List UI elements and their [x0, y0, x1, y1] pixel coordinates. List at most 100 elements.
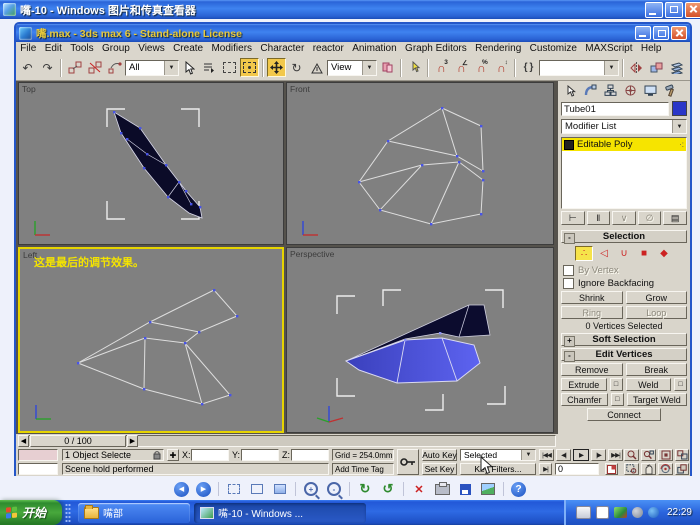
viewport-front-canvas[interactable]	[287, 83, 555, 246]
start-button[interactable]: 开始	[0, 500, 62, 525]
tray-app-icon[interactable]	[614, 507, 627, 518]
menu-views[interactable]: Views	[134, 43, 169, 54]
connect-button[interactable]: Connect	[587, 408, 661, 421]
collapse-icon[interactable]: -	[564, 233, 575, 244]
rollout-soft-selection[interactable]: + Soft Selection	[561, 333, 687, 346]
edit-image-icon[interactable]	[480, 481, 496, 497]
redo-icon[interactable]: ↷	[38, 58, 57, 77]
viewport-front[interactable]: Front	[286, 82, 554, 245]
modifier-stack[interactable]: Editable Poly ·:	[561, 137, 687, 209]
key-mode-dropdown[interactable]: Selected ▼	[460, 449, 536, 461]
chevron-down-icon[interactable]: ▼	[362, 61, 376, 75]
min-max-toggle-icon[interactable]	[675, 463, 689, 475]
mirror-icon[interactable]	[627, 58, 646, 77]
menu-help[interactable]: Help	[637, 43, 666, 54]
modifier-stack-item[interactable]: Editable Poly ·:	[562, 138, 686, 151]
menu-customize[interactable]: Customize	[525, 43, 581, 54]
configure-modifier-icon[interactable]: ▤	[663, 211, 687, 225]
next-image-icon[interactable]: ▶	[196, 482, 211, 497]
previous-frame-icon[interactable]: ◀|	[556, 449, 571, 461]
viewport-top[interactable]: Top	[18, 82, 284, 245]
zoom-in-icon[interactable]: +	[303, 481, 319, 497]
modifier-list-dropdown[interactable]: Modifier List ▼	[561, 119, 687, 134]
z-coordinate-field[interactable]	[291, 449, 329, 461]
viewport-front-label[interactable]: Front	[290, 84, 310, 94]
target-weld-button[interactable]: Target Weld	[627, 393, 687, 406]
element-mode-icon[interactable]: ◆	[655, 246, 673, 261]
expand-icon[interactable]: +	[564, 336, 575, 347]
object-color-swatch[interactable]	[672, 101, 687, 116]
menu-create[interactable]: Create	[169, 43, 207, 54]
pan-hand-icon[interactable]	[641, 463, 656, 475]
layer-manager-icon[interactable]	[667, 58, 686, 77]
menu-edit[interactable]: Edit	[41, 43, 67, 54]
remove-modifier-icon[interactable]: ∅	[638, 211, 662, 225]
object-name-field[interactable]: Tube01	[561, 102, 669, 116]
vertex-mode-icon[interactable]: ∴	[575, 246, 593, 261]
viewport-top-label[interactable]: Top	[22, 84, 36, 94]
network-icon[interactable]	[648, 507, 659, 518]
viewport-perspective[interactable]: Perspective	[286, 247, 554, 433]
select-and-scale-icon[interactable]	[307, 58, 326, 77]
tab-utilities-icon[interactable]	[661, 83, 680, 98]
select-and-rotate-icon[interactable]: ↻	[287, 58, 306, 77]
close-icon[interactable]	[685, 2, 700, 18]
tab-hierarchy-icon[interactable]	[601, 83, 620, 98]
spinner-snap-icon[interactable]: ∩↕	[492, 58, 511, 77]
rotate-clockwise-icon[interactable]: ↻	[357, 481, 373, 497]
zoom-all-icon[interactable]	[641, 449, 656, 461]
previous-frame-arrow-icon[interactable]: ◀	[18, 435, 29, 447]
taskbar-item-folder[interactable]: 嘴部	[78, 503, 190, 523]
menu-animation[interactable]: Animation	[348, 43, 401, 54]
select-and-move-icon[interactable]	[267, 58, 286, 77]
chevron-down-icon[interactable]: ▼	[164, 61, 178, 75]
best-fit-icon[interactable]	[226, 481, 242, 497]
menu-tools[interactable]: Tools	[66, 43, 98, 54]
window-crossing-toggle-icon[interactable]	[240, 58, 259, 77]
reference-coordinate-dropdown[interactable]: View ▼	[327, 60, 377, 76]
chevron-down-icon[interactable]: ▼	[604, 61, 618, 75]
border-mode-icon[interactable]: ∪	[615, 246, 633, 261]
make-unique-icon[interactable]: ∨	[612, 211, 636, 225]
volume-icon[interactable]	[632, 507, 643, 518]
set-key-button[interactable]: Set Key	[422, 463, 457, 475]
rollout-edit-vertices[interactable]: - Edit Vertices	[561, 348, 687, 361]
named-selection-sets-icon[interactable]: { }	[519, 58, 538, 77]
restore-icon[interactable]	[665, 2, 683, 18]
percent-snap-icon[interactable]: ∩%	[472, 58, 491, 77]
tab-create-icon[interactable]	[561, 83, 580, 98]
go-to-start-icon[interactable]: |◀◀	[539, 449, 554, 461]
play-icon[interactable]: ▶	[573, 449, 589, 461]
tab-display-icon[interactable]	[641, 83, 660, 98]
next-frame-arrow-icon[interactable]: ▶	[127, 435, 138, 447]
show-end-result-icon[interactable]: ‖	[587, 211, 611, 225]
ignore-backfacing-checkbox[interactable]	[563, 278, 574, 289]
chamfer-settings-icon[interactable]: □	[611, 393, 624, 406]
use-pivot-center-icon[interactable]	[378, 58, 397, 77]
chevron-down-icon[interactable]: ▼	[672, 120, 686, 133]
menu-character[interactable]: Character	[256, 43, 308, 54]
menu-maxscript[interactable]: MAXScript	[581, 43, 637, 54]
menu-reactor[interactable]: reactor	[309, 43, 349, 54]
extrude-settings-icon[interactable]: □	[610, 378, 623, 391]
bind-to-spacewarp-icon[interactable]	[105, 58, 124, 77]
chamfer-button[interactable]: Chamfer	[561, 393, 608, 406]
print-icon[interactable]	[434, 481, 450, 497]
tab-motion-icon[interactable]	[621, 83, 640, 98]
help-icon[interactable]: ?	[511, 482, 526, 497]
y-coordinate-field[interactable]	[241, 449, 279, 461]
menu-modifiers[interactable]: Modifiers	[207, 43, 256, 54]
viewport-perspective-label[interactable]: Perspective	[290, 249, 334, 259]
selection-lock-icon[interactable]	[153, 450, 161, 460]
previous-image-icon[interactable]: ◀	[174, 482, 189, 497]
zoom-out-icon[interactable]: -	[326, 481, 342, 497]
go-to-end-small-icon[interactable]: ▶|	[539, 463, 552, 475]
menu-file[interactable]: File	[16, 43, 41, 54]
input-method-icon[interactable]	[596, 506, 609, 519]
minimize-icon[interactable]	[645, 2, 663, 18]
viewport-perspective-canvas[interactable]	[287, 248, 555, 434]
current-frame-field[interactable]: 0	[555, 463, 599, 475]
viewport-top-canvas[interactable]	[19, 83, 285, 246]
rollout-selection[interactable]: - Selection	[561, 230, 687, 243]
add-time-tag[interactable]: Add Time Tag	[332, 463, 394, 475]
